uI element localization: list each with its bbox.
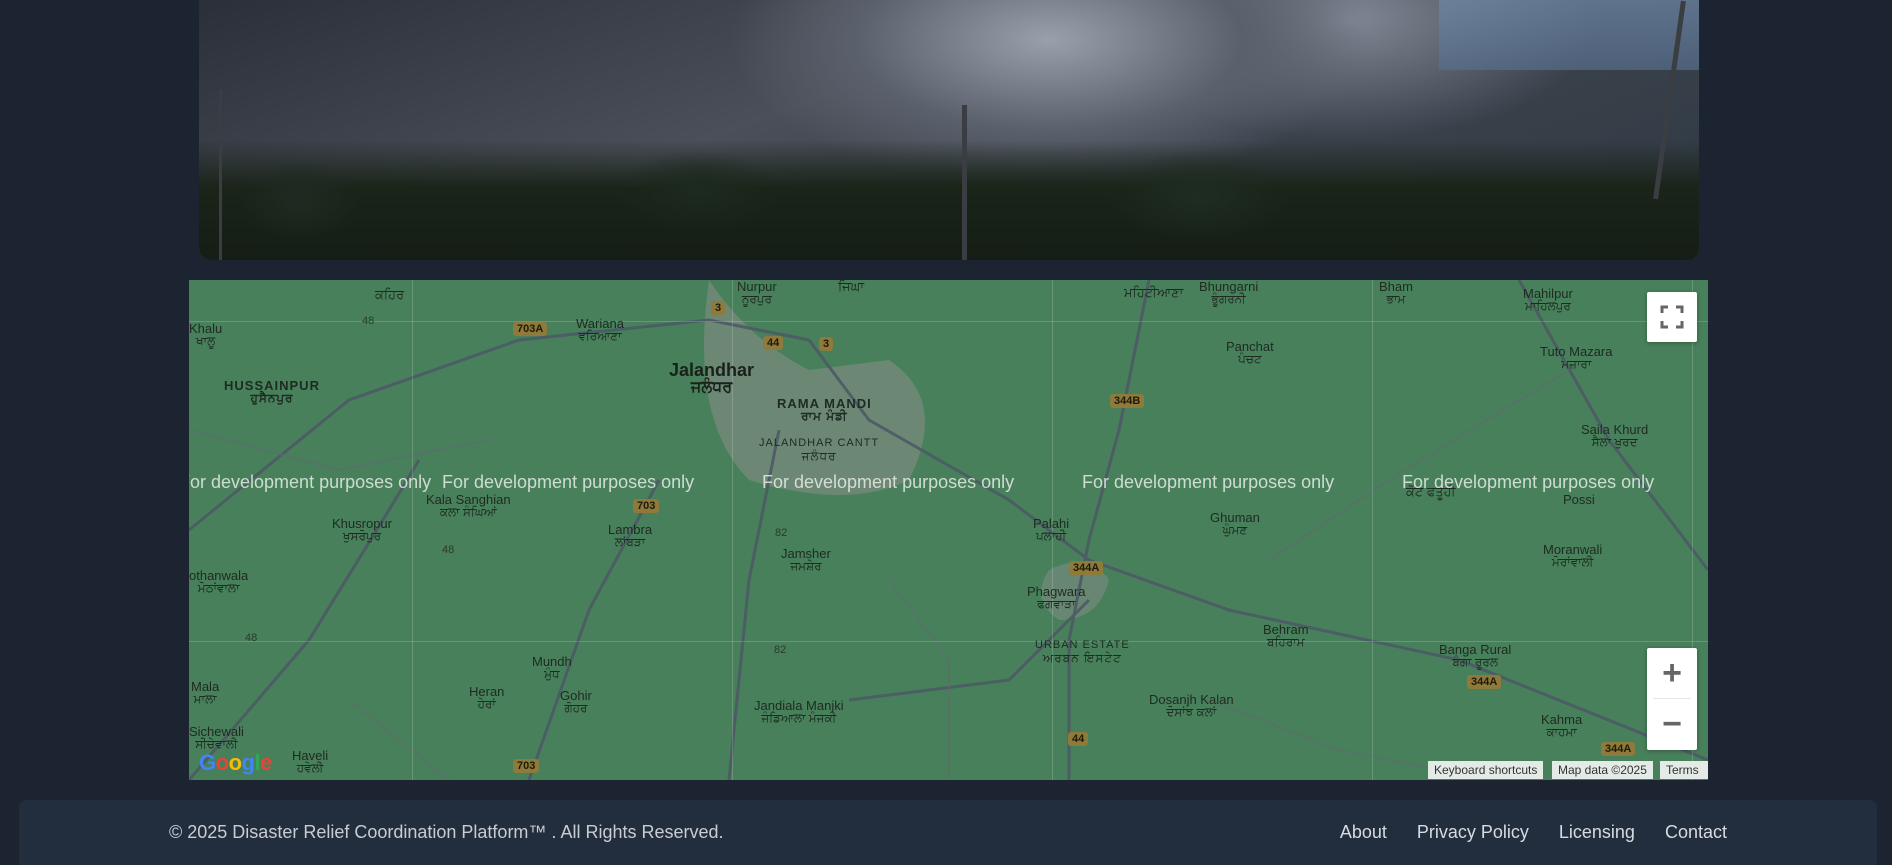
map-data-attribution: Map data ©2025 xyxy=(1552,761,1653,779)
footer-link-privacy-policy[interactable]: Privacy Policy xyxy=(1417,822,1529,843)
map-grid-line xyxy=(412,280,413,780)
zoom-in-button[interactable]: + xyxy=(1647,648,1697,698)
place-label: Behram ਬਹਿਰਾਮ xyxy=(1263,622,1309,649)
place-label: Khalu ਖਾਲੂ xyxy=(189,321,223,348)
highway-shield: 703A xyxy=(513,322,548,336)
place-label: Khusropur ਖੁਸਰੋਪੁਰ xyxy=(332,516,392,543)
highway-shield: 3 xyxy=(819,337,834,351)
road-number: 48 xyxy=(362,315,375,327)
road-number: 82 xyxy=(774,644,787,656)
zoom-out-button[interactable]: − xyxy=(1647,699,1697,749)
keyboard-shortcuts-link[interactable]: Keyboard shortcuts xyxy=(1428,761,1544,779)
terms-link[interactable]: Terms xyxy=(1660,761,1708,779)
footer-link-contact[interactable]: Contact xyxy=(1665,822,1727,843)
place-label: Moranwali ਮੋਰਾਂਵਾਲੀ xyxy=(1543,542,1603,569)
place-label: Mahilpur ਮਾਹਿਲਪੁਰ xyxy=(1523,286,1573,313)
footer-link-about[interactable]: About xyxy=(1340,822,1387,843)
google-logo[interactable]: Google xyxy=(199,750,272,776)
place-label: Dosanjh Kalan ਦੋਸਾਂਝ ਕਲਾਂ xyxy=(1149,692,1234,719)
place-label: Jalandhar ਜਲੰਧਰ xyxy=(669,360,755,396)
place-label: Phagwara ਫਗਵਾੜਾ xyxy=(1027,584,1086,611)
footer: © 2025 Disaster Relief Coordination Plat… xyxy=(19,800,1877,865)
place-label: Kala Sanghian ਕਲਾ ਸੰਘਿਆਂ xyxy=(426,492,511,519)
dev-watermark: For development purposes only xyxy=(762,472,1015,492)
place-label: ਮਹਿਟੀਆਣਾ xyxy=(1124,285,1184,300)
copyright-text: © 2025 Disaster Relief Coordination Plat… xyxy=(169,822,724,842)
map-roads xyxy=(189,280,1708,780)
place-label: ਕਹਿਰ xyxy=(375,287,405,302)
fullscreen-icon xyxy=(1660,305,1684,329)
highway-shield: 344A xyxy=(1069,561,1104,575)
highway-shield: 703 xyxy=(513,759,540,773)
footer-link-licensing[interactable]: Licensing xyxy=(1559,822,1635,843)
dev-watermark: For development purposes only xyxy=(1402,472,1655,492)
place-label: Jandiala Manjki ਜੰਡਿਆਲਾ ਮੰਜਕੀ xyxy=(754,698,844,725)
highway-shield: 44 xyxy=(1068,732,1089,746)
place-label: Lambra ਲਾਂਬੜਾ xyxy=(608,522,653,549)
map-view[interactable]: ਕਹਿਰ Khalu ਖਾਲੂ HUSSAINPUR ਹੁਸੈਨਪੁਰ Warian… xyxy=(189,280,1708,780)
place-label: Gohir ਗੋਹਰ xyxy=(560,688,592,715)
place-label: Banga Rural ਬੰਗਾ ਰੂਰਲ xyxy=(1439,642,1512,669)
highway-shield: 344A xyxy=(1467,675,1502,689)
footer-nav: About Privacy Policy Licensing Contact xyxy=(1340,822,1727,843)
place-label: Panchat ਪੰਚਟ xyxy=(1226,339,1274,366)
place-label: Jamsher ਜਮਸ਼ੇਰ xyxy=(781,546,831,573)
place-label: othanwala ਮੋਠਾਂਵਾਲਾ xyxy=(189,568,249,595)
place-label: JALANDHAR CANTT ਜਲੰਧਰ xyxy=(759,437,880,463)
place-label: Bhungarni ਭੂੰਗਰਨੀ xyxy=(1199,280,1259,306)
place-label: Ghuman ਘੁੰਮਣ xyxy=(1210,510,1260,537)
place-label: Bham ਭਾਮ xyxy=(1379,280,1413,306)
hero-sky xyxy=(1439,0,1699,70)
place-label: Haveli ਹਵੇਲੀ xyxy=(292,748,329,775)
hero-utility-pole xyxy=(219,90,222,260)
map-grid-line xyxy=(189,321,1708,322)
dev-watermark: For development purposes only xyxy=(1082,472,1335,492)
place-label: URBAN ESTATE ਅਰਬਨ ਇਸਟੇਟ xyxy=(1035,639,1130,665)
map-grid-line xyxy=(732,280,733,780)
place-label: Saila Khurd ਸੈਲਾ ਖੁਰਦ xyxy=(1581,422,1649,449)
place-label: Sichewali ਸੀਚੇਵਾਲੀ xyxy=(189,724,244,751)
place-label: Wariana ਵਰਿਆਣਾ xyxy=(576,316,624,343)
map-grid-line xyxy=(1372,280,1373,780)
highway-shield: 44 xyxy=(763,336,784,350)
place-label: Tuto Mazara ਮਜ਼ਾਰਾ xyxy=(1540,344,1613,371)
place-label: ਜਿਘਾ xyxy=(838,280,865,294)
place-label: Mundh ਮੁੰਧ xyxy=(532,654,572,681)
place-label: HUSSAINPUR ਹੁਸੈਨਪੁਰ xyxy=(224,378,320,405)
dev-watermark: For development purposes only xyxy=(442,472,695,492)
place-label: Kahma ਕਾਹਮਾ xyxy=(1541,712,1583,739)
place-label: Nurpur ਨੂਰਪੁਰ xyxy=(737,280,777,306)
highway-shield: 3 xyxy=(711,301,726,315)
hero-treeline xyxy=(199,140,1699,260)
highway-shield: 703 xyxy=(633,499,660,513)
road-number: 48 xyxy=(442,544,455,556)
hero-image xyxy=(199,0,1699,260)
place-label: Mala ਮਾਲਾ xyxy=(191,679,220,706)
zoom-control: + − xyxy=(1647,648,1697,750)
highway-shield: 344A xyxy=(1601,742,1636,756)
road-number: 82 xyxy=(775,527,788,539)
dev-watermark: For development purposes only xyxy=(189,472,432,492)
road-number: 48 xyxy=(245,632,258,644)
place-label: Heran ਹੇਰਾਂ xyxy=(469,684,505,711)
place-label: RAMA MANDI ਰਾਮ ਮੰਡੀ xyxy=(777,396,872,423)
hero-utility-pole xyxy=(962,105,967,260)
fullscreen-button[interactable] xyxy=(1647,292,1697,342)
place-label: Possi xyxy=(1563,492,1595,507)
place-label: Palahi ਪਲਾਹੀ xyxy=(1033,516,1070,543)
highway-shield: 344B xyxy=(1110,394,1145,408)
